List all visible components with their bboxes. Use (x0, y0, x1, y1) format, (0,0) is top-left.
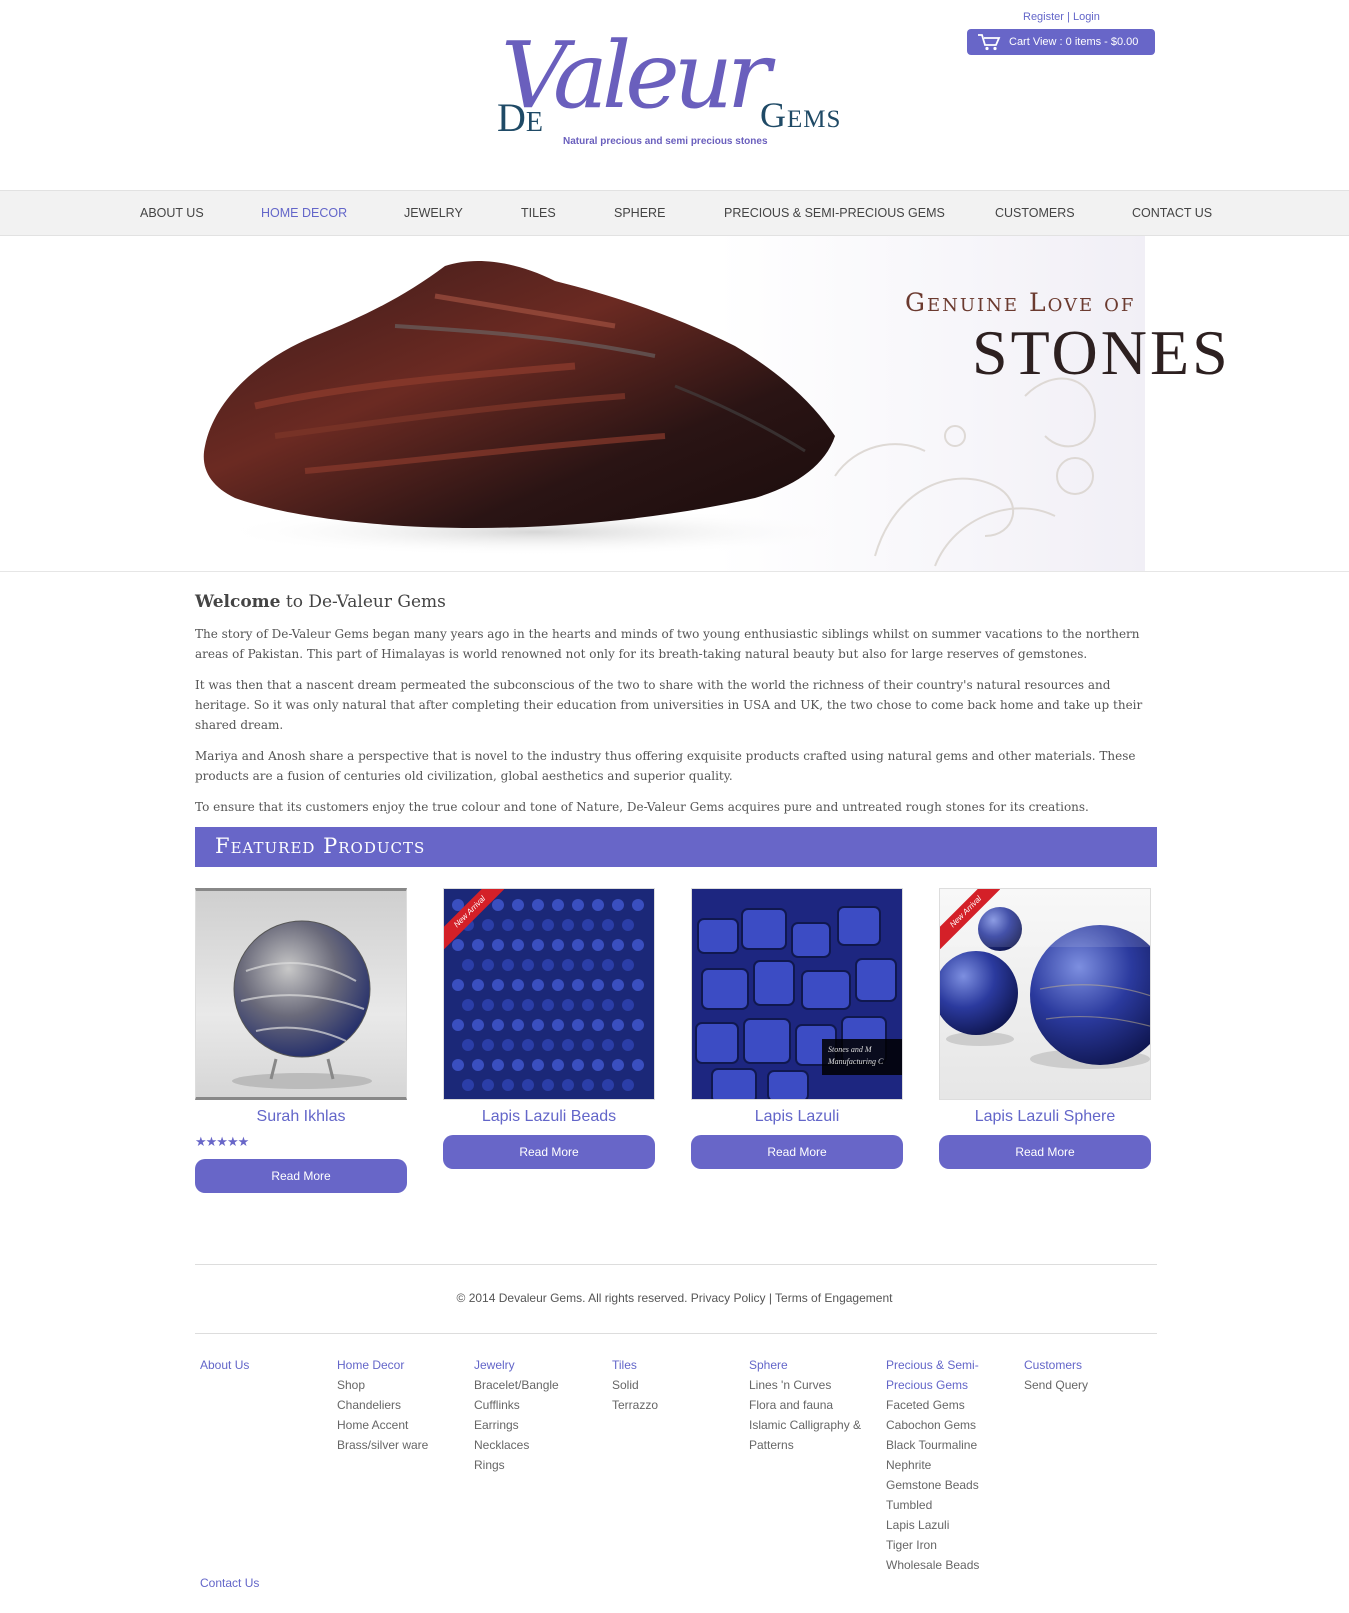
footer-link[interactable]: Lines 'n Curves (749, 1375, 861, 1395)
product-card: Surah Ikhlas ★★★★★ Read More (195, 888, 407, 1193)
footer-link[interactable]: Flora and fauna (749, 1395, 861, 1415)
footer-link-customers[interactable]: Customers (1024, 1355, 1088, 1375)
product-image-watermark: Manufacturing C (827, 1057, 884, 1066)
product-card: Stones and M Manufacturing C Lapis Lazul… (691, 888, 903, 1169)
read-more-button[interactable]: Read More (443, 1135, 655, 1169)
nav-jewelry[interactable]: JEWELRY (404, 206, 463, 220)
main-nav: ABOUT US HOME DECOR JEWELRY TILES SPHERE… (0, 190, 1349, 236)
nav-precious-gems[interactable]: PRECIOUS & SEMI-PRECIOUS GEMS (724, 206, 945, 220)
featured-title: Featured Products (215, 834, 426, 858)
footer-col-precious-gems: Precious & Semi- Precious Gems Faceted G… (886, 1355, 979, 1575)
welcome-section: Welcome to De-Valeur Gems The story of D… (195, 592, 1157, 828)
product-card: New Arrival Lapis Lazuli Sphere Read Mor… (939, 888, 1151, 1169)
footer-link[interactable]: Cufflinks (474, 1395, 559, 1415)
footer-link[interactable]: Earrings (474, 1415, 559, 1435)
footer-link-contact-us[interactable]: Contact Us (200, 1576, 259, 1590)
footer-link-home-decor[interactable]: Home Decor (337, 1355, 428, 1375)
footer-link[interactable]: Tumbled (886, 1495, 979, 1515)
cart-summary: Cart View : 0 items - $0.00 (1009, 36, 1139, 48)
welcome-paragraph: To ensure that its customers enjoy the t… (195, 800, 1089, 814)
footer-link[interactable]: Black Tourmaline (886, 1435, 979, 1455)
footer-link[interactable]: Bracelet/Bangle (474, 1375, 559, 1395)
footer-link-jewelry[interactable]: Jewelry (474, 1355, 559, 1375)
register-link[interactable]: Register (1023, 11, 1064, 23)
footer-link-about-us[interactable]: About Us (200, 1355, 249, 1375)
site-header: Register | Login Cart View : 0 items - $… (0, 0, 1349, 190)
logo-de: De (497, 95, 543, 140)
footer-link[interactable]: Gemstone Beads (886, 1475, 979, 1495)
footer-link-precious-gems-cont[interactable]: Precious Gems (886, 1375, 979, 1395)
footer-col-jewelry: Jewelry Bracelet/Bangle Cufflinks Earrin… (474, 1355, 559, 1475)
nav-contact-us[interactable]: CONTACT US (1132, 206, 1212, 220)
footer-link[interactable]: Terrazzo (612, 1395, 658, 1415)
divider (195, 1264, 1157, 1265)
site-logo[interactable]: Valeur De Gems Natural precious and semi… (495, 22, 875, 155)
nav-tiles[interactable]: TILES (521, 206, 556, 220)
account-links: Register | Login (1023, 11, 1100, 23)
new-arrival-badge: New Arrival (444, 889, 504, 949)
divider (195, 1333, 1157, 1334)
read-more-button[interactable]: Read More (691, 1135, 903, 1169)
rating-stars: ★★★★★ (195, 1134, 249, 1149)
read-more-button[interactable]: Read More (195, 1159, 407, 1193)
product-name[interactable]: Surah Ikhlas (195, 1108, 407, 1126)
nav-about-us[interactable]: ABOUT US (140, 206, 204, 220)
footer-link[interactable]: Lapis Lazuli (886, 1515, 979, 1535)
footer-link[interactable]: Send Query (1024, 1375, 1088, 1395)
footer-col-tiles: Tiles Solid Terrazzo (612, 1355, 658, 1415)
login-link[interactable]: Login (1073, 11, 1100, 23)
footer-link[interactable]: Nephrite (886, 1455, 979, 1475)
product-image-watermark: Stones and M (828, 1045, 873, 1054)
cart-icon (978, 34, 1001, 51)
footer-link[interactable]: Necklaces (474, 1435, 559, 1455)
footer-link[interactable]: Home Accent (337, 1415, 428, 1435)
product-image-lapis-beads[interactable]: New Arrival (443, 888, 655, 1100)
footer-link[interactable]: Rings (474, 1455, 559, 1475)
product-image-lapis-sphere[interactable]: New Arrival (939, 888, 1151, 1100)
footer-link-sphere[interactable]: Sphere (749, 1355, 861, 1375)
logo-tagline: Natural precious and semi precious stone… (563, 136, 768, 147)
product-image-lapis-lazuli[interactable]: Stones and M Manufacturing C (691, 888, 903, 1100)
footer-link-precious-gems[interactable]: Precious & Semi- (886, 1355, 979, 1375)
tiger-iron-stone-image (203, 261, 1097, 567)
welcome-paragraph: The story of De-Valeur Gems began many y… (195, 627, 1140, 661)
footer-col-sphere: Sphere Lines 'n Curves Flora and fauna I… (749, 1355, 861, 1455)
footer-link[interactable]: Patterns (749, 1435, 861, 1455)
footer-link[interactable]: Faceted Gems (886, 1395, 979, 1415)
banner-artwork: Genuine Love of STONES (195, 236, 1228, 571)
footer-link-tiles[interactable]: Tiles (612, 1355, 658, 1375)
hero-banner: Genuine Love of STONES (0, 236, 1349, 572)
logo-gems: Gems (760, 95, 842, 135)
nav-home-decor[interactable]: HOME DECOR (261, 206, 347, 220)
read-more-button[interactable]: Read More (939, 1135, 1151, 1169)
cart-button[interactable]: Cart View : 0 items - $0.00 (967, 29, 1155, 55)
footer-col-about: About Us (200, 1355, 249, 1375)
footer-link[interactable]: Wholesale Beads (886, 1555, 979, 1575)
footer-link[interactable]: Cabochon Gems (886, 1415, 979, 1435)
featured-products-header: Featured Products (195, 827, 1157, 867)
product-image-surah-ikhlas[interactable] (195, 888, 407, 1100)
banner-title: STONES (972, 317, 1231, 388)
footer-link[interactable]: Brass/silver ware (337, 1435, 428, 1455)
product-name[interactable]: Lapis Lazuli Sphere (939, 1108, 1151, 1126)
welcome-paragraph: Mariya and Anosh share a perspective tha… (195, 749, 1136, 783)
footer-col-home-decor: Home Decor Shop Chandeliers Home Accent … (337, 1355, 428, 1455)
nav-customers[interactable]: CUSTOMERS (995, 206, 1075, 220)
footer-link[interactable]: Solid (612, 1375, 658, 1395)
footer-link[interactable]: Tiger Iron (886, 1535, 979, 1555)
copyright-text: © 2014 Devaleur Gems. All rights reserve… (456, 1291, 893, 1305)
footer-link[interactable]: Islamic Calligraphy & (749, 1415, 861, 1435)
product-card: New Arrival Lapis Lazuli Beads Read More (443, 888, 655, 1169)
footer-link[interactable]: Chandeliers (337, 1395, 428, 1415)
footer-link[interactable]: Shop (337, 1375, 428, 1395)
product-name[interactable]: Lapis Lazuli (691, 1108, 903, 1126)
welcome-paragraph: It was then that a nascent dream permeat… (195, 678, 1143, 732)
welcome-heading: Welcome to De-Valeur Gems (195, 592, 446, 612)
product-name[interactable]: Lapis Lazuli Beads (443, 1108, 655, 1126)
footer-col-customers: Customers Send Query (1024, 1355, 1088, 1395)
banner-heading: Genuine Love of (905, 288, 1136, 317)
new-arrival-badge: New Arrival (940, 889, 1000, 949)
separator: | (1067, 11, 1070, 23)
nav-sphere[interactable]: SPHERE (614, 206, 665, 220)
